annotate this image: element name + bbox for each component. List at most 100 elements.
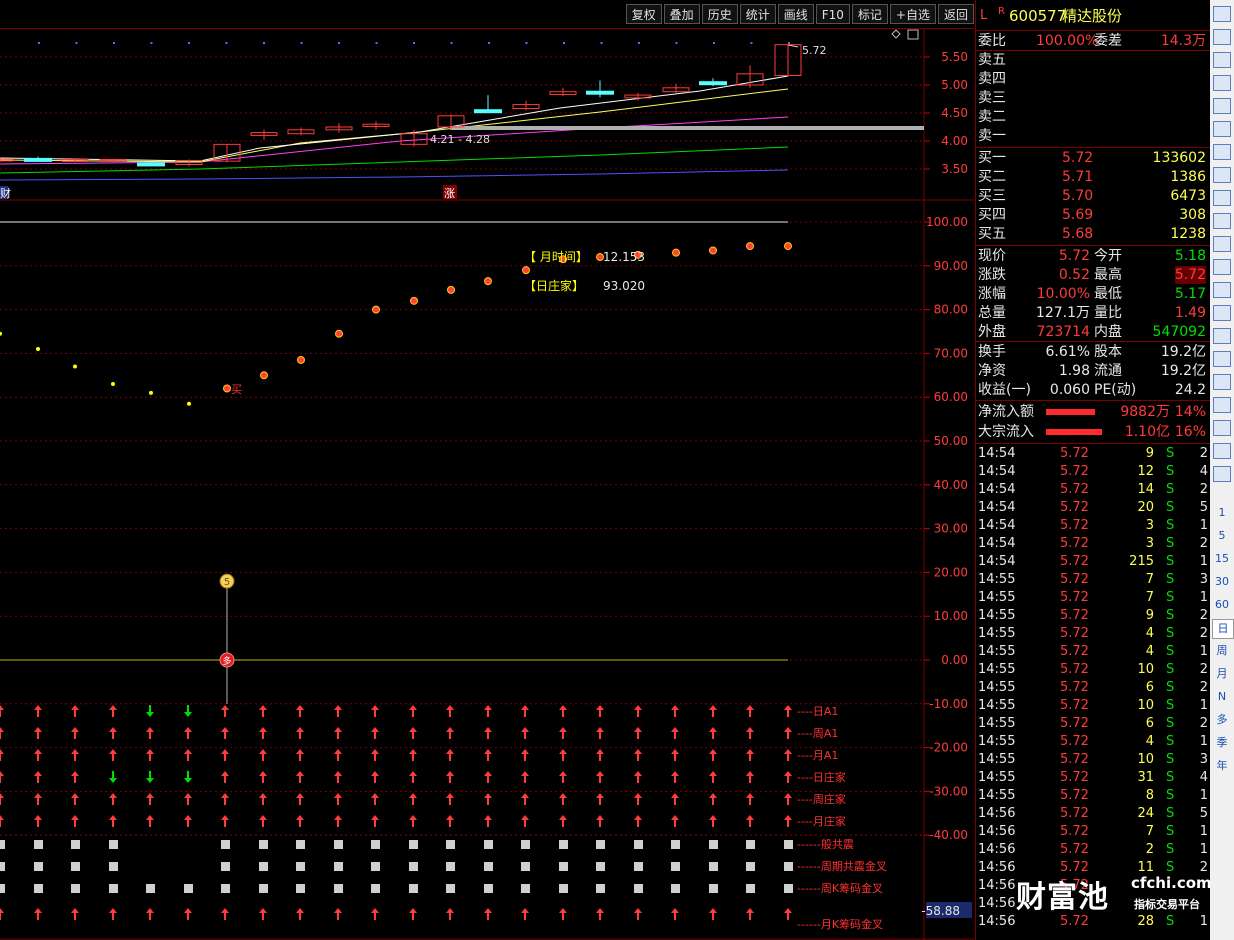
tick-time: 14:55: [978, 788, 1016, 803]
kline-chart[interactable]: 5.50 5.00 4.50 4.00 3.50 5.72 4.21 - 4.28 财 涨 100…: [0, 28, 974, 940]
window-icon[interactable]: [907, 29, 919, 40]
wave-icon[interactable]: [1213, 328, 1231, 344]
pen-icon[interactable]: [1213, 420, 1231, 436]
fundamental-value: 19.2亿: [1160, 344, 1206, 360]
toolbar-button-add-watch[interactable]: +自选: [889, 4, 936, 24]
tick-time: 14:55: [978, 608, 1016, 623]
quote-panel: L R 600577 精达股份 委比 100.00% 委差 14.3万 卖五 卖四…: [975, 0, 1212, 940]
signal-arrow-up: [671, 749, 679, 761]
up-arrow-icon[interactable]: [1213, 29, 1231, 45]
tick-volume: 6: [1145, 716, 1154, 731]
period-button[interactable]: 季: [1212, 734, 1232, 752]
dollar-icon[interactable]: [1213, 374, 1231, 390]
period-button[interactable]: 60: [1212, 596, 1232, 614]
stock-code: 600577: [1009, 7, 1067, 25]
signal-square: [559, 862, 568, 871]
toolbar-button-back[interactable]: 返回: [937, 4, 974, 24]
tick-side: S: [1166, 518, 1175, 533]
signal-arrow-down: [184, 771, 192, 783]
period-button[interactable]: N: [1212, 688, 1232, 706]
signal-arrow-up: [671, 793, 679, 805]
signal-arrow-up: [184, 908, 192, 920]
signal-arrow-up: [671, 705, 679, 717]
f10-icon[interactable]: [1213, 190, 1231, 206]
fundamental-label: 换手: [978, 344, 1006, 360]
fs-icon[interactable]: [1213, 443, 1231, 459]
signal-arrow-up: [184, 727, 192, 739]
down-arrow-icon[interactable]: [1213, 52, 1231, 68]
tick-time: 14:54: [978, 464, 1016, 479]
indicator-axis-label: 90.00: [934, 259, 968, 273]
tick-time: 14:55: [978, 752, 1016, 767]
up-arrow-icon[interactable]: [1213, 6, 1231, 22]
period-button[interactable]: 1: [1212, 504, 1232, 522]
signal-square: [784, 862, 793, 871]
toolbar-button-draw[interactable]: 画线: [777, 4, 814, 24]
list-icon[interactable]: [1213, 167, 1231, 183]
signal-arrow-up: [559, 727, 567, 739]
signal-square: [109, 840, 118, 849]
period-button[interactable]: 5: [1212, 527, 1232, 545]
tick-time: 14:56: [978, 878, 1016, 893]
period-button[interactable]: 年: [1212, 757, 1232, 775]
tick-row: 14:56 5.72 2 S 1: [976, 841, 1210, 859]
signal-arrow-up: [709, 908, 717, 920]
f12-icon[interactable]: [1213, 259, 1231, 275]
circle-icon[interactable]: [1213, 305, 1231, 321]
chart-icon[interactable]: [1213, 75, 1231, 91]
tick-volume: 9: [1145, 446, 1154, 461]
table-icon[interactable]: [1213, 98, 1231, 114]
period-button[interactable]: 多: [1212, 711, 1232, 729]
tick-count: 3: [1199, 752, 1208, 767]
signal-square: [484, 884, 493, 893]
calendar-icon[interactable]: [1213, 213, 1231, 229]
period-button[interactable]: 月: [1212, 665, 1232, 683]
book-icon[interactable]: [1213, 236, 1231, 252]
price-high-note: 5.72: [802, 44, 827, 57]
signal-row-label: ----日庄家: [797, 770, 846, 784]
top-dot: [150, 42, 153, 44]
tick-side: S: [1166, 554, 1175, 569]
signal-arrow-up: [259, 815, 267, 827]
rsi-icon[interactable]: [1213, 351, 1231, 367]
kline-icon[interactable]: [1213, 144, 1231, 160]
period-button[interactable]: 周: [1212, 642, 1232, 660]
tick-time: 14:54: [978, 518, 1016, 533]
buy-level-label: 买四: [978, 207, 1006, 223]
toolbar-button-fuquan[interactable]: 复权: [625, 4, 662, 24]
indicator-axis-label: 40.00: [934, 478, 968, 492]
f10-circle-icon[interactable]: [1213, 282, 1231, 298]
refresh-icon[interactable]: [1213, 466, 1231, 482]
watermark-site: cfchi.com: [1131, 874, 1212, 892]
signal-arrow-up: [146, 727, 154, 739]
signal-square: [484, 840, 493, 849]
toolbar-button-history[interactable]: 历史: [701, 4, 738, 24]
signal-arrow-up: [71, 908, 79, 920]
buy-signal-label: 买: [231, 383, 242, 396]
signal-arrow-up: [0, 727, 4, 739]
signal-arrow-up: [221, 908, 229, 920]
move-icon[interactable]: [1213, 397, 1231, 413]
toolbar-button-f10[interactable]: F10: [815, 4, 850, 24]
marker-cai: 财: [0, 186, 11, 200]
toolbar-button-overlay[interactable]: 叠加: [663, 4, 700, 24]
tick-side: S: [1166, 734, 1175, 749]
trend-icon[interactable]: [1213, 121, 1231, 137]
tick-time: 14:55: [978, 572, 1016, 587]
signal-square: [521, 862, 530, 871]
period-button[interactable]: 30: [1212, 573, 1232, 591]
tick-row: 14:54 5.72 3 S 1: [976, 517, 1210, 535]
toolbar-button-mark[interactable]: 标记: [851, 4, 888, 24]
signal-square: [109, 862, 118, 871]
tick-price: 5.72: [1060, 698, 1089, 713]
toolbar-button-stats[interactable]: 统计: [739, 4, 776, 24]
signal-arrow-up: [71, 793, 79, 805]
tick-time: 14:55: [978, 644, 1016, 659]
period-button[interactable]: 日: [1212, 619, 1234, 639]
buy-order-row: 买二 5.71 1386: [976, 168, 1210, 186]
signal-arrow-up: [71, 749, 79, 761]
fundamental-row: 净资 1.98 流通 19.2亿: [976, 362, 1210, 380]
signal-square: [634, 840, 643, 849]
quote-value: 5.18: [1174, 248, 1206, 264]
period-button[interactable]: 15: [1212, 550, 1232, 568]
